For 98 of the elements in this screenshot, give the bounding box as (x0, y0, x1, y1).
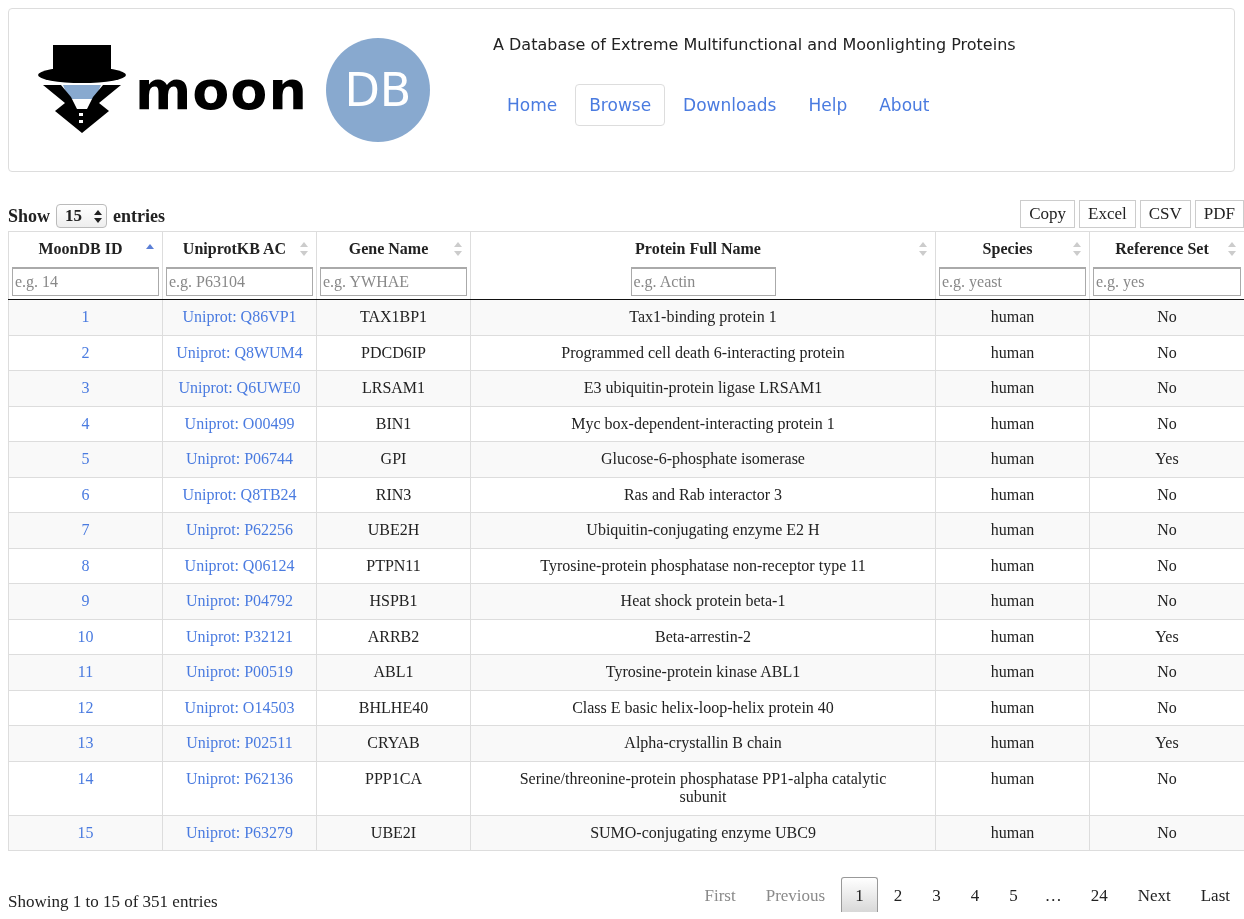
logo-word: moon (135, 58, 308, 122)
pagination-button[interactable]: 2 (879, 877, 917, 912)
table-cell: human (935, 477, 1090, 513)
table-link[interactable]: 1 (81, 308, 90, 325)
filter-field[interactable]: e.g. 14 (12, 267, 159, 296)
table-link[interactable]: 7 (81, 521, 90, 538)
table-link[interactable]: 2 (81, 343, 90, 361)
table-cell: HSPB1 (316, 583, 471, 619)
pagination-button[interactable]: 4 (956, 877, 994, 912)
filter-field[interactable]: e.g. yeast (939, 267, 1086, 296)
table-link[interactable]: 12 (77, 698, 94, 716)
spy-icon (37, 45, 129, 135)
table-cell: PDCD6IP (316, 335, 471, 371)
pagination-button[interactable]: Next (1123, 877, 1185, 912)
table-link[interactable]: 15 (77, 823, 94, 841)
export-button[interactable]: Copy (1020, 200, 1076, 228)
table-cell: human (935, 370, 1090, 406)
pagination-button[interactable]: Last (1186, 877, 1244, 912)
table-cell: PTPN11 (316, 548, 471, 584)
table-cell: BIN1 (316, 406, 471, 442)
table-cell: Glucose-6-phosphate isomerase (470, 441, 936, 477)
table-link[interactable]: 14 (77, 769, 94, 787)
table-link[interactable]: 9 (81, 592, 90, 609)
table-cell: E3 ubiquitin-protein ligase LRSAM1 (470, 370, 936, 406)
table-cell: human (935, 690, 1090, 726)
table-cell: Ubiquitin-conjugating enzyme E2 H (470, 512, 936, 548)
table-cell: Tax1-binding protein 1 (470, 299, 936, 335)
table-cell: UBE2H (316, 512, 471, 548)
table-link[interactable]: 4 (81, 414, 90, 432)
table-cell: Ras and Rab interactor 3 (470, 477, 936, 513)
table-cell: ARRB2 (316, 619, 471, 655)
nav-link[interactable]: Help (794, 84, 862, 126)
table-cell: Class E basic helix-loop-helix protein 40 (470, 690, 936, 726)
filter-field[interactable]: e.g. YWHAE (320, 267, 467, 296)
table-link[interactable]: 10 (77, 627, 94, 645)
filter-field[interactable]: e.g. yes (1093, 267, 1241, 296)
table-cell: Tyrosine-protein phosphatase non-receptor type 11 (470, 548, 936, 584)
table-cell: RIN3 (316, 477, 471, 513)
column-header[interactable]: Protein Full Name (470, 231, 936, 265)
table-cell: PPP1CA (316, 761, 471, 815)
table-cell: LRSAM1 (316, 370, 471, 406)
table-cell: GPI (316, 441, 471, 477)
column-header[interactable]: Species (935, 231, 1090, 265)
length-label: entries (113, 205, 165, 227)
logo-badge: DB (325, 38, 430, 142)
table-cell: ABL1 (316, 654, 471, 690)
table-cell: human (935, 335, 1090, 371)
table-cell: Serine/threonine-protein phosphatase PP1-alpha catalytic subunit (470, 761, 936, 815)
table-cell: human (935, 299, 1090, 335)
pagination-button[interactable]: 1 (841, 877, 878, 912)
table-cell: human (935, 583, 1090, 619)
table-cell: UBE2I (316, 815, 471, 851)
table-cell: BHLHE40 (316, 690, 471, 726)
column-header[interactable]: MoonDB ID (8, 231, 163, 265)
table-cell: human (935, 619, 1090, 655)
select-arrows-icon (94, 209, 103, 223)
table-link[interactable]: 13 (77, 734, 94, 751)
pagination-button[interactable]: 24 (1076, 877, 1122, 912)
nav-link[interactable]: Browse (575, 84, 666, 126)
entries-info: Showing 1 to 15 of 351 entries (8, 892, 218, 912)
table-link[interactable]: 8 (81, 556, 90, 574)
table-link[interactable]: 3 (81, 379, 90, 396)
table-cell: Myc box-dependent-interacting protein 1 (470, 406, 936, 442)
tagline: A Database of Extreme Multifunctional and Moonlighting Proteins (493, 35, 1016, 54)
table-cell: SUMO-conjugating enzyme UBC9 (470, 815, 936, 851)
filter-field[interactable]: e.g. Actin (630, 267, 776, 296)
export-button[interactable]: Excel (1079, 200, 1136, 228)
table-cell: human (935, 761, 1090, 815)
nav-link[interactable]: Downloads (669, 84, 791, 126)
table-link[interactable]: 5 (81, 450, 90, 467)
table-cell: Alpha-crystallin B chain (470, 725, 936, 761)
nav-link[interactable]: About (865, 84, 944, 126)
table-cell: Tyrosine-protein kinase ABL1 (470, 654, 936, 690)
table-link[interactable]: 11 (77, 663, 94, 680)
column-header[interactable]: Gene Name (316, 231, 471, 265)
pagination-button[interactable]: 5 (995, 877, 1032, 912)
filter-field[interactable]: e.g. P63104 (166, 267, 313, 296)
pagination-ellipsis: … (1043, 885, 1063, 907)
export-button[interactable]: CSV (1139, 200, 1191, 228)
table-cell: Programmed cell death 6-interacting protein (470, 335, 936, 371)
page-size-select[interactable]: 15 (56, 204, 108, 228)
table-cell: Heat shock protein beta-1 (470, 583, 936, 619)
table-cell: human (935, 548, 1090, 584)
table-cell: TAX1BP1 (316, 299, 471, 335)
column-header[interactable]: UniprotKB AC (162, 231, 317, 265)
table-cell: human (935, 654, 1090, 690)
table-cell: human (935, 815, 1090, 851)
length-label: Show (8, 205, 51, 227)
pagination-button[interactable]: 3 (918, 877, 955, 912)
table-cell: human (935, 406, 1090, 442)
export-button[interactable]: PDF (1194, 200, 1244, 228)
table-cell: Beta-arrestin-2 (470, 619, 936, 655)
table-cell: human (935, 441, 1090, 477)
table-cell: human (935, 512, 1090, 548)
nav-link[interactable]: Home (493, 84, 572, 126)
table-cell: human (935, 725, 1090, 761)
table-link[interactable]: 6 (81, 485, 90, 503)
table-cell: CRYAB (316, 725, 471, 761)
